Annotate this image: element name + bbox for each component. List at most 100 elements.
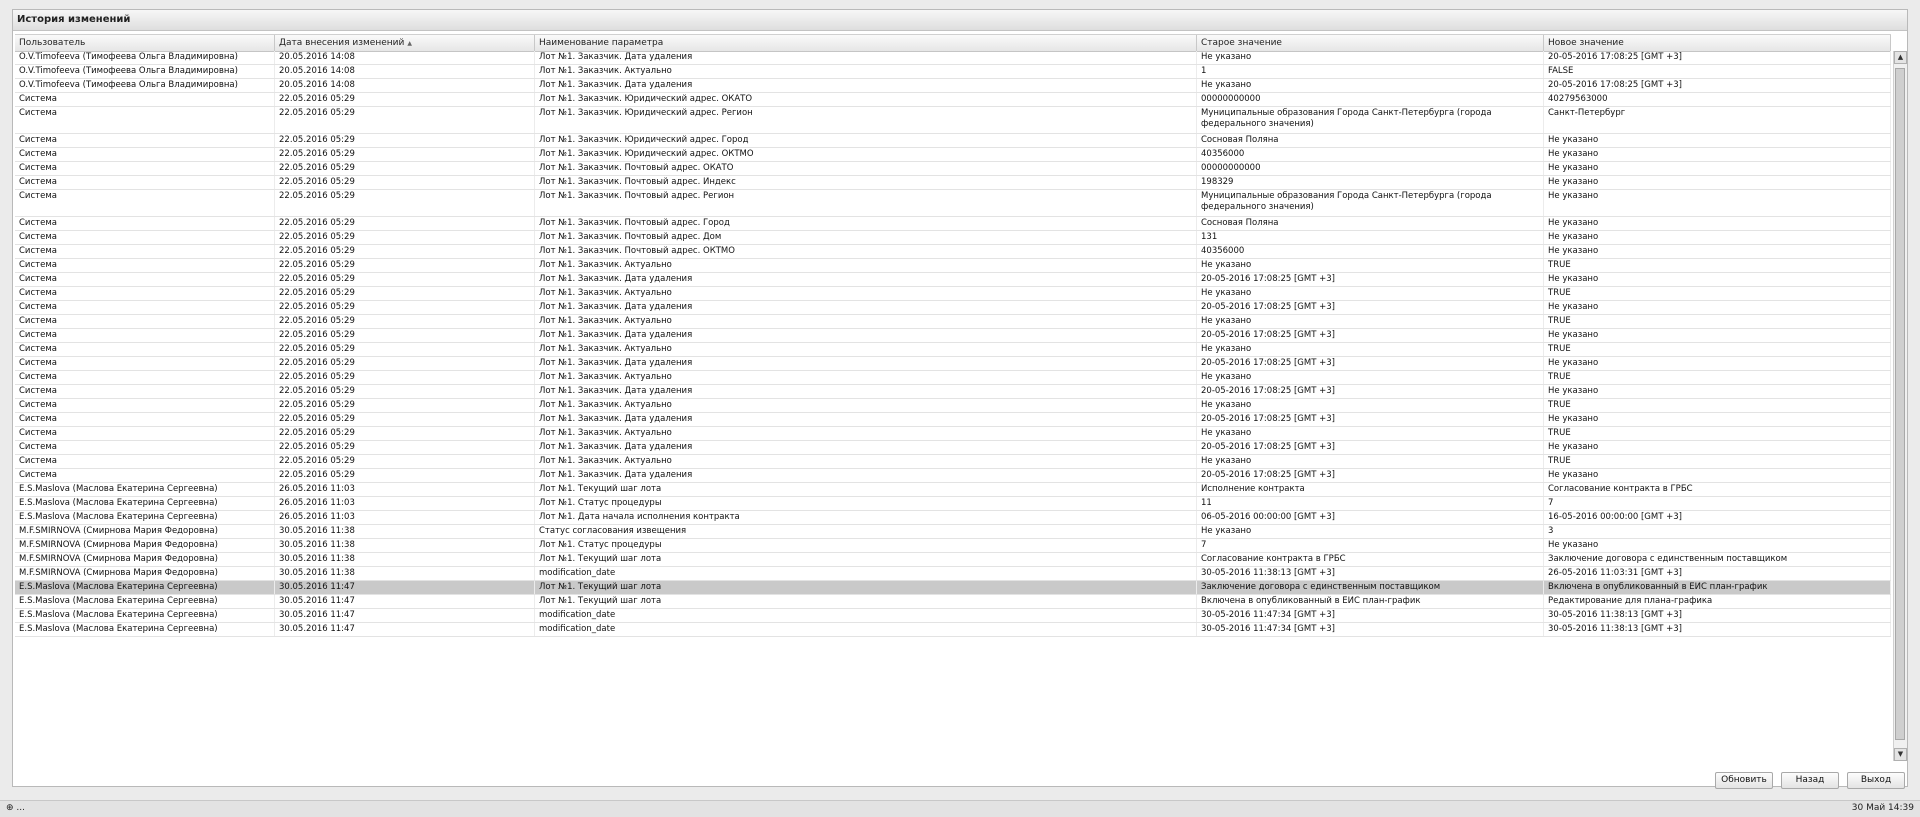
table-row[interactable]: Система 22.05.2016 05:29 Лот №1. Заказчик.…: [15, 190, 1891, 217]
table-row[interactable]: O.V.Timofeeva (Тимофеева Ольга Владимиро…: [15, 65, 1891, 79]
cell-old-value: 11: [1197, 497, 1544, 510]
table-row[interactable]: E.S.Maslova (Маслова Екатерина Сергеевна…: [15, 595, 1891, 609]
table-row[interactable]: Система 22.05.2016 05:29 Лот №1. Заказчик.…: [15, 93, 1891, 107]
cell-new-value: Не указано: [1544, 162, 1891, 175]
column-header-parameter[interactable]: Наименование параметра: [535, 35, 1197, 51]
cell-new-value: Санкт-Петербург: [1544, 107, 1891, 133]
cell-old-value: Сосновая Поляна: [1197, 217, 1544, 230]
cell-old-value: 06-05-2016 00:00:00 [GMT +3]: [1197, 511, 1544, 524]
cell-old-value: Не указано: [1197, 427, 1544, 440]
status-left-text[interactable]: ⊕ ...: [6, 801, 25, 816]
cell-old-value: 30-05-2016 11:47:34 [GMT +3]: [1197, 609, 1544, 622]
back-button[interactable]: Назад: [1781, 772, 1839, 789]
table-row[interactable]: Система 22.05.2016 05:29 Лот №1. Заказчик.…: [15, 441, 1891, 455]
cell-parameter: Лот №1. Заказчик. Актуально: [535, 399, 1197, 412]
cell-date: 22.05.2016 05:29: [275, 245, 535, 258]
scroll-down-icon[interactable]: ▼: [1894, 748, 1907, 761]
cell-date: 22.05.2016 05:29: [275, 134, 535, 147]
table-row[interactable]: Система 22.05.2016 05:29 Лот №1. Заказчик.…: [15, 469, 1891, 483]
cell-user: Система: [15, 107, 275, 133]
cell-old-value: 131: [1197, 231, 1544, 244]
cell-date: 22.05.2016 05:29: [275, 315, 535, 328]
cell-new-value: TRUE: [1544, 399, 1891, 412]
table-row[interactable]: Система 22.05.2016 05:29 Лот №1. Заказчик.…: [15, 217, 1891, 231]
cell-date: 22.05.2016 05:29: [275, 441, 535, 454]
table-row[interactable]: Система 22.05.2016 05:29 Лот №1. Заказчик.…: [15, 176, 1891, 190]
cell-parameter: Лот №1. Заказчик. Дата удаления: [535, 357, 1197, 370]
table-row[interactable]: Система 22.05.2016 05:29 Лот №1. Заказчик.…: [15, 371, 1891, 385]
cell-old-value: Не указано: [1197, 399, 1544, 412]
cell-new-value: Редактирование для плана-графика: [1544, 595, 1891, 608]
table-row[interactable]: Система 22.05.2016 05:29 Лот №1. Заказчик.…: [15, 245, 1891, 259]
table-row[interactable]: E.S.Maslova (Маслова Екатерина Сергеевна…: [15, 609, 1891, 623]
column-header-date[interactable]: Дата внесения изменений ▲: [275, 35, 535, 51]
table-row[interactable]: Система 22.05.2016 05:29 Лот №1. Заказчик.…: [15, 134, 1891, 148]
cell-date: 30.05.2016 11:38: [275, 553, 535, 566]
table-row[interactable]: Система 22.05.2016 05:29 Лот №1. Заказчик.…: [15, 413, 1891, 427]
cell-new-value: TRUE: [1544, 343, 1891, 356]
table-row[interactable]: Система 22.05.2016 05:29 Лот №1. Заказчик.…: [15, 455, 1891, 469]
cell-date: 22.05.2016 05:29: [275, 107, 535, 133]
table-row[interactable]: Система 22.05.2016 05:29 Лот №1. Заказчик.…: [15, 427, 1891, 441]
table-row[interactable]: Система 22.05.2016 05:29 Лот №1. Заказчик.…: [15, 385, 1891, 399]
table-row[interactable]: Система 22.05.2016 05:29 Лот №1. Заказчик.…: [15, 315, 1891, 329]
column-header-user[interactable]: Пользователь: [15, 35, 275, 51]
table-row[interactable]: E.S.Maslova (Маслова Екатерина Сергеевна…: [15, 497, 1891, 511]
table-row[interactable]: Система 22.05.2016 05:29 Лот №1. Заказчик.…: [15, 273, 1891, 287]
exit-button[interactable]: Выход: [1847, 772, 1905, 789]
cell-user: E.S.Maslova (Маслова Екатерина Сергеевна…: [15, 511, 275, 524]
table-row[interactable]: Система 22.05.2016 05:29 Лот №1. Заказчик.…: [15, 399, 1891, 413]
cell-user: E.S.Maslova (Маслова Екатерина Сергеевна…: [15, 483, 275, 496]
table-row[interactable]: Система 22.05.2016 05:29 Лот №1. Заказчик.…: [15, 343, 1891, 357]
table-row[interactable]: O.V.Timofeeva (Тимофеева Ольга Владимиро…: [15, 51, 1891, 65]
refresh-button[interactable]: Обновить: [1715, 772, 1773, 789]
scroll-up-icon[interactable]: ▲: [1894, 51, 1907, 64]
cell-user: Система: [15, 315, 275, 328]
scrollbar-thumb[interactable]: [1895, 68, 1905, 740]
table-row[interactable]: E.S.Maslova (Маслова Екатерина Сергеевна…: [15, 581, 1891, 595]
column-label: Наименование параметра: [539, 38, 664, 48]
table-row[interactable]: Система 22.05.2016 05:29 Лот №1. Заказчик.…: [15, 301, 1891, 315]
table-row[interactable]: Система 22.05.2016 05:29 Лот №1. Заказчик.…: [15, 287, 1891, 301]
cell-new-value: Включена в опубликованный в ЕИС план-гра…: [1544, 581, 1891, 594]
table-row[interactable]: Система 22.05.2016 05:29 Лот №1. Заказчик.…: [15, 357, 1891, 371]
cell-user: Система: [15, 273, 275, 286]
cell-old-value: Согласование контракта в ГРБС: [1197, 553, 1544, 566]
cell-old-value: 20-05-2016 17:08:25 [GMT +3]: [1197, 441, 1544, 454]
column-header-old-value[interactable]: Старое значение: [1197, 35, 1544, 51]
cell-parameter: Лот №1. Заказчик. Дата удаления: [535, 79, 1197, 92]
cell-new-value: Не указано: [1544, 148, 1891, 161]
table-row[interactable]: E.S.Maslova (Маслова Екатерина Сергеевна…: [15, 483, 1891, 497]
cell-user: E.S.Maslova (Маслова Екатерина Сергеевна…: [15, 497, 275, 510]
column-header-new-value[interactable]: Новое значение: [1544, 35, 1891, 51]
column-label: Дата внесения изменений: [279, 38, 405, 48]
cell-user: Система: [15, 231, 275, 244]
table-row[interactable]: O.V.Timofeeva (Тимофеева Ольга Владимиро…: [15, 79, 1891, 93]
cell-user: Система: [15, 259, 275, 272]
cell-new-value: 40279563000: [1544, 93, 1891, 106]
column-label: Пользователь: [19, 38, 86, 48]
table-row[interactable]: Система 22.05.2016 05:29 Лот №1. Заказчик.…: [15, 329, 1891, 343]
table-row[interactable]: E.S.Maslova (Маслова Екатерина Сергеевна…: [15, 511, 1891, 525]
table-row[interactable]: M.F.SMIRNOVA (Смирнова Мария Федоровна) 3…: [15, 539, 1891, 553]
table-row[interactable]: M.F.SMIRNOVA (Смирнова Мария Федоровна) 3…: [15, 553, 1891, 567]
cell-date: 22.05.2016 05:29: [275, 217, 535, 230]
table-row[interactable]: E.S.Maslova (Маслова Екатерина Сергеевна…: [15, 623, 1891, 637]
cell-old-value: Не указано: [1197, 287, 1544, 300]
table-row[interactable]: M.F.SMIRNOVA (Смирнова Мария Федоровна) 3…: [15, 567, 1891, 581]
cell-old-value: 20-05-2016 17:08:25 [GMT +3]: [1197, 329, 1544, 342]
cell-user: Система: [15, 190, 275, 216]
table-row[interactable]: Система 22.05.2016 05:29 Лот №1. Заказчик.…: [15, 107, 1891, 134]
table-row[interactable]: Система 22.05.2016 05:29 Лот №1. Заказчик.…: [15, 259, 1891, 273]
table-row[interactable]: M.F.SMIRNOVA (Смирнова Мария Федоровна) 3…: [15, 525, 1891, 539]
cell-parameter: Лот №1. Заказчик. Актуально: [535, 315, 1197, 328]
vertical-scrollbar[interactable]: ▲ ▼: [1893, 51, 1907, 761]
table-row[interactable]: Система 22.05.2016 05:29 Лот №1. Заказчик.…: [15, 231, 1891, 245]
table-row[interactable]: Система 22.05.2016 05:29 Лот №1. Заказчик.…: [15, 148, 1891, 162]
cell-parameter: Лот №1. Заказчик. Дата удаления: [535, 441, 1197, 454]
cell-user: E.S.Maslova (Маслова Екатерина Сергеевна…: [15, 595, 275, 608]
cell-parameter: Лот №1. Заказчик. Почтовый адрес. Регион: [535, 190, 1197, 216]
table-row[interactable]: Система 22.05.2016 05:29 Лот №1. Заказчик.…: [15, 162, 1891, 176]
cell-old-value: 7: [1197, 539, 1544, 552]
cell-user: Система: [15, 413, 275, 426]
